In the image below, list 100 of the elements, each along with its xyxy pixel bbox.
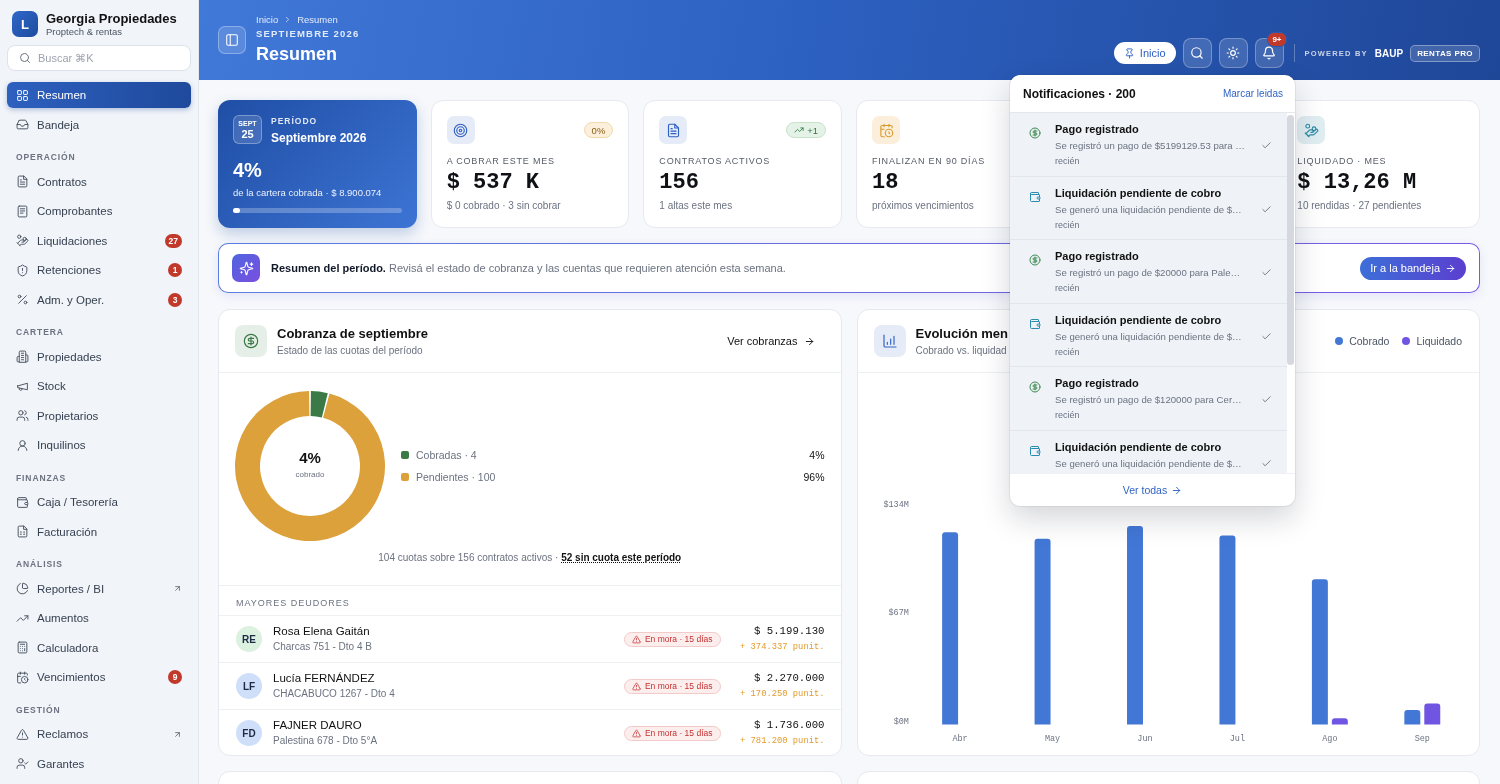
notification-count-badge: 9+ [1267, 32, 1287, 47]
nav-item[interactable]: Propiedades [7, 343, 191, 370]
period-label: PERÍODO [271, 116, 319, 127]
calendar-clock-icon [872, 116, 900, 144]
nav-item[interactable]: Aumentos [7, 605, 191, 631]
dollar-icon [1029, 127, 1041, 139]
notification-time: recién [1055, 345, 1081, 358]
stat-label: LIQUIDADO · MES [1297, 155, 1388, 167]
notification-time: recién [1055, 282, 1081, 294]
nav-item[interactable]: Resumen [7, 82, 191, 108]
nav-item[interactable]: Caja / Tesorería [7, 489, 191, 515]
nav-item[interactable]: Garantes [7, 750, 191, 777]
notification-item[interactable]: Liquidación pendiente de cobro Se generó una liquidación pendiente de $… recién [1010, 176, 1287, 240]
nav-item[interactable]: Calculadora [7, 634, 191, 661]
check-icon[interactable] [1261, 140, 1272, 151]
debtor-address: Charcas 751 - Dto 4 B [273, 640, 372, 654]
date-day: 25 [241, 127, 254, 140]
check-icon[interactable] [1261, 457, 1272, 469]
notification-item[interactable]: Pago registrado Se registró un pago de $5199129.53 para … recién [1010, 113, 1287, 177]
change-value: 0% [591, 124, 606, 136]
mark-read-link[interactable]: Marcar leidas [1222, 88, 1283, 99]
home-button[interactable]: Inicio [1113, 42, 1176, 64]
user-check-icon [16, 757, 29, 770]
nav-item[interactable]: Adm. y Oper. 3 [7, 286, 191, 313]
notification-title: Liquidación pendiente de cobro [1055, 439, 1223, 454]
stat-label: A COBRAR ESTE MES [446, 155, 556, 167]
stat-caption: $ 0 cobrado · 3 sin cobrar [446, 199, 562, 212]
nav-item[interactable]: Reclamos [7, 721, 191, 747]
avatar: RE [236, 626, 262, 652]
amount-text: $ 1.736.000 [752, 718, 825, 733]
nav-item[interactable]: Bandeja [7, 111, 191, 138]
check-icon[interactable] [1261, 330, 1272, 342]
stat-caption: 10 rendidas · 27 pendientes [1297, 199, 1423, 212]
brand-label: BAUP [1374, 47, 1404, 59]
warning-icon [631, 728, 641, 738]
notification-item[interactable]: Pago registrado Se registró un pago de $20000 para Pale… recién [1010, 240, 1287, 304]
donut-center-label: cobrado [295, 470, 325, 479]
view-all-link[interactable]: Ver todas [1122, 484, 1183, 496]
breadcrumb-current: Resumen [297, 13, 338, 25]
nav-item[interactable]: Propietarios [7, 402, 191, 429]
nav-item[interactable]: Vencimientos 9 [7, 664, 191, 690]
percent-icon [16, 293, 29, 306]
search-field[interactable]: Buscar ⌘K [7, 45, 191, 71]
stat-label: FINALIZAN EN 90 DÍAS [872, 155, 987, 167]
bar [1403, 710, 1420, 725]
card-title: Cobranza de septiembre [277, 324, 428, 343]
stat-caption: próximos vencimientos [872, 199, 975, 212]
bar [1423, 703, 1440, 725]
wallet-icon [1029, 317, 1041, 330]
nav-item[interactable]: Retenciones 1 [7, 257, 191, 283]
pie-chart-icon [16, 582, 29, 595]
notification-title: Liquidación pendiente de cobro [1055, 185, 1223, 200]
check-icon[interactable] [1261, 394, 1272, 405]
wallet-icon [1029, 444, 1041, 457]
search-button[interactable] [1182, 38, 1212, 68]
nav-item[interactable]: Inquilinos [7, 432, 191, 458]
theme-button[interactable] [1218, 38, 1248, 68]
axis-label: Abr [951, 733, 968, 744]
check-icon[interactable] [1261, 267, 1272, 278]
warning-icon [631, 634, 641, 644]
axis-label: Ago [1321, 733, 1337, 744]
nav-item[interactable]: Facturación [7, 518, 191, 545]
nav-item[interactable]: Reportes / BI [7, 575, 191, 602]
user-icon [16, 438, 29, 452]
axis-label: $67M [888, 608, 909, 619]
bell-icon [1262, 46, 1277, 60]
nav-item[interactable]: Comprobantes [7, 198, 191, 224]
legend-label: Cobradas · 4 [416, 449, 477, 461]
breadcrumb-link[interactable]: Inicio [256, 13, 279, 25]
notification-text: Se registró un pago de $20000 para Pale… [1055, 267, 1242, 278]
section-heading: MAYORES DEUDORES [235, 597, 351, 610]
nav-item[interactable]: Stock [7, 373, 191, 399]
inbox-button[interactable]: Ir a la bandeja [1360, 256, 1466, 280]
notification-item[interactable]: Pago registrado Se registró un pago de $120000 para Cer… recién [1010, 367, 1287, 431]
interest-text: + 781.200 punit. [739, 735, 825, 748]
notification-text: Se registró un pago de $5199129.53 para … [1055, 140, 1246, 151]
stat-value: 156 [659, 170, 700, 196]
wallet-icon [16, 495, 29, 509]
avatar: FD [236, 720, 262, 746]
brand-tagline: Proptech & rentas [46, 26, 124, 37]
status-text: En mora · 15 días [644, 634, 713, 644]
nav-item[interactable]: Contratos [7, 168, 191, 195]
collections-link[interactable]: Ver cobranzas [727, 335, 815, 347]
sidebar-toggle-button[interactable] [218, 26, 246, 54]
warning-icon [631, 681, 641, 691]
section-heading: CARTERA [15, 326, 65, 339]
period-caption: de la cartera cobrada · $ 8.900.074 [233, 186, 383, 199]
scrollbar[interactable] [1287, 115, 1294, 365]
notification-title: Pago registrado [1055, 249, 1140, 263]
dollar-icon [1029, 381, 1041, 393]
no-quota-link[interactable]: 52 sin cuota este período [561, 552, 682, 563]
nav-item[interactable]: Liquidaciones 27 [7, 227, 191, 254]
interest-text: + 170.250 punit. [739, 688, 825, 701]
notification-item[interactable]: Liquidación pendiente de cobro Se generó una liquidación pendiente de $… [1010, 430, 1287, 473]
hand-coins-icon [1297, 116, 1326, 144]
sun-icon [1226, 46, 1241, 60]
notification-item[interactable]: Liquidación pendiente de cobro Se generó una liquidación pendiente de $… recién [1010, 303, 1287, 367]
legend-label: Pendientes · 100 [416, 471, 496, 483]
check-icon[interactable] [1261, 203, 1272, 215]
change-value: +1 [807, 124, 818, 136]
